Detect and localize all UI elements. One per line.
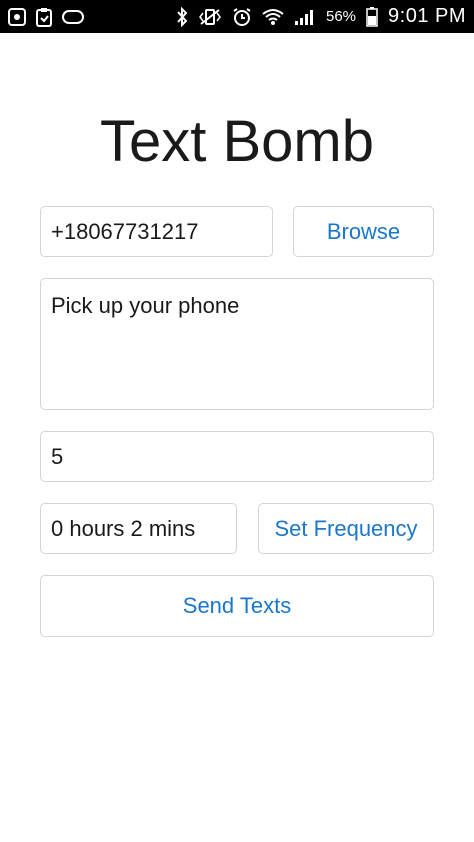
clock: 9:01 PM — [388, 5, 466, 27]
clipboard-icon — [36, 7, 52, 27]
set-frequency-button[interactable]: Set Frequency — [258, 503, 434, 554]
phone-number-input[interactable]: +18067731217 — [40, 206, 273, 257]
signal-icon — [294, 8, 316, 26]
count-input[interactable]: 5 — [40, 431, 434, 482]
status-bar: 56% 9:01 PM — [0, 0, 474, 33]
status-right: 56% 9:01 PM — [176, 5, 466, 28]
screenshot-icon — [8, 7, 26, 26]
browse-button[interactable]: Browse — [293, 206, 434, 257]
bluetooth-icon — [176, 6, 188, 27]
battery-percent: 56% — [325, 8, 357, 25]
vibrate-icon — [198, 8, 222, 26]
wifi-icon — [262, 8, 284, 26]
battery-icon — [366, 6, 378, 27]
status-left — [8, 7, 84, 27]
page-title: Text Bomb — [100, 109, 374, 174]
voicemail-icon — [62, 9, 84, 24]
message-input[interactable]: Pick up your phone — [40, 278, 434, 410]
frequency-field[interactable]: 0 hours 2 mins — [40, 503, 237, 554]
alarm-icon — [232, 7, 252, 27]
send-texts-button[interactable]: Send Texts — [40, 575, 434, 637]
